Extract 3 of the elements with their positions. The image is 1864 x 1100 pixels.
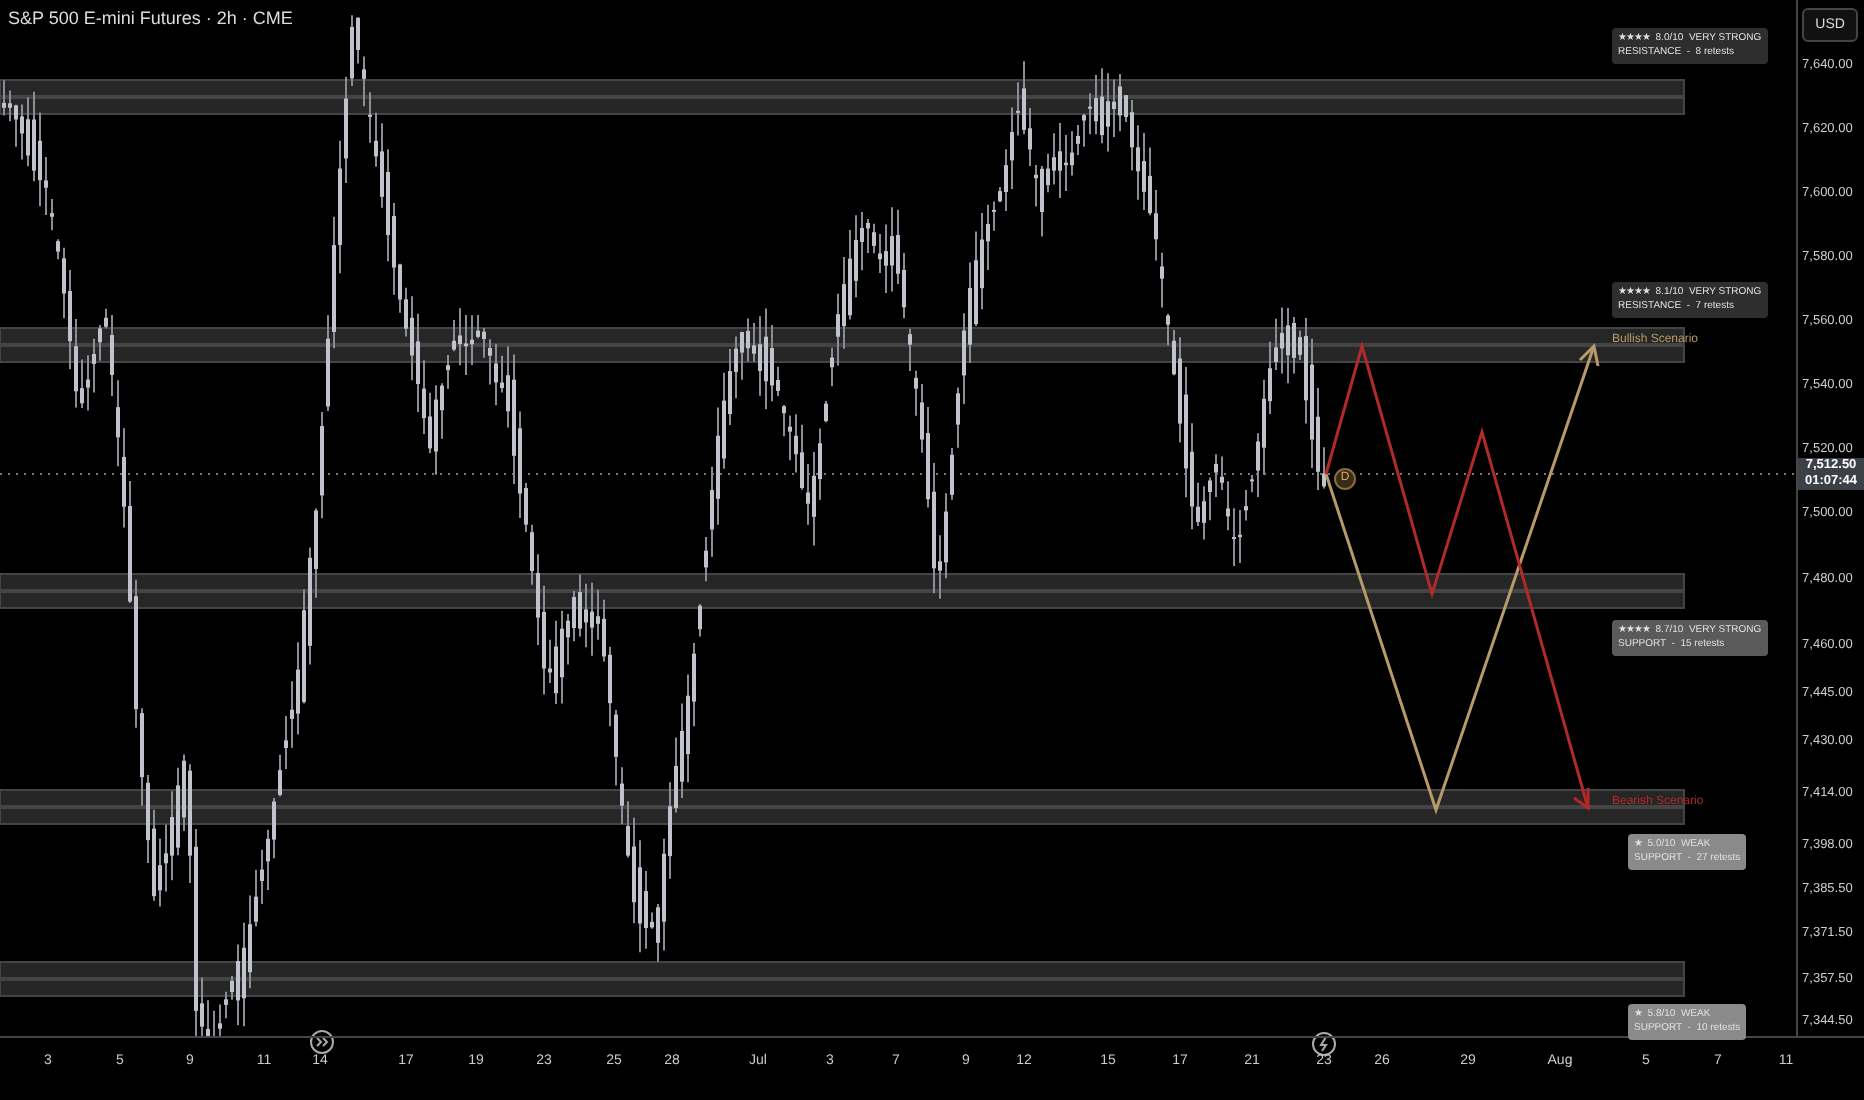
forward-icon[interactable] <box>310 1030 334 1054</box>
chart-title: S&P 500 E-mini Futures · 2h · CME <box>8 8 293 28</box>
lightning-icon[interactable] <box>1312 1032 1336 1056</box>
